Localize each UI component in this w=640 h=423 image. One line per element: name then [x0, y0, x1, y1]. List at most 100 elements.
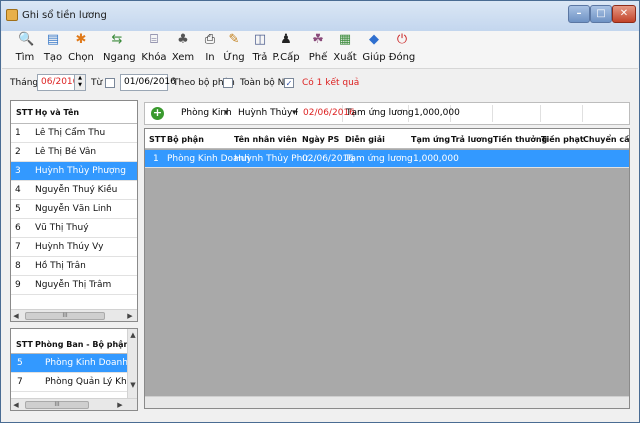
toolbar-button-13[interactable]: ⏻ Đóng [388, 33, 416, 67]
entry-cell[interactable] [583, 105, 629, 122]
toolbar-button-8[interactable]: ◫ Trả [246, 33, 274, 67]
all-staff-checkbox[interactable]: ✓ [284, 78, 294, 88]
scroll-down-icon[interactable]: ▼ [128, 379, 137, 391]
ledger-col-header[interactable]: Tiền phạt [541, 135, 584, 144]
toolbar-button-1[interactable]: ▤ Tạo [39, 33, 67, 67]
dept-grid: STT Phòng Ban - Bộ phận 5 Phòng Kinh Doan… [10, 328, 138, 411]
toolbar-button-0[interactable]: 🔍 Tìm [11, 33, 39, 67]
window-title: Ghi sổ tiền lương [22, 10, 107, 21]
ledger-col-header[interactable]: Bộ phận [167, 135, 204, 144]
toolbar-button-3[interactable]: ⇆ Ngang [103, 33, 136, 67]
scroll-thumb[interactable]: III [25, 401, 89, 409]
toolbar-icon: ▤ [46, 32, 60, 47]
toolbar-icon: ✱ [75, 32, 87, 47]
staff-row[interactable]: 5 Nguyễn Văn Linh [11, 200, 137, 219]
ledger-col-header[interactable]: Tạm ứng [411, 135, 450, 144]
staff-name: Nguyễn Thị Trâm [35, 280, 112, 290]
dept-col-name: Phòng Ban - Bộ phận [35, 340, 130, 349]
staff-combo[interactable]: Huỳnh Thủy Phi [238, 105, 298, 122]
staff-stt: 5 [15, 204, 21, 214]
entry-cell[interactable] [451, 105, 493, 122]
scroll-left-icon[interactable]: ◀ [11, 310, 21, 321]
toolbar-button-4[interactable]: ⌸ Khóa [140, 33, 168, 67]
staff-row[interactable]: 2 Lê Thị Bé Vân [11, 143, 137, 162]
maximize-button[interactable]: □ [590, 5, 612, 23]
toolbar-label: Ứng [223, 52, 245, 63]
toolbar-button-12[interactable]: ◆ Giúp [360, 33, 388, 67]
toolbar-icon: ✎ [228, 32, 240, 47]
toolbar-icon: ◫ [253, 32, 267, 47]
toolbar-button-2[interactable]: ✱ Chọn [67, 33, 95, 67]
dept-name: Phòng Quản Lý Kho [45, 377, 133, 387]
entry-cell[interactable] [493, 105, 541, 122]
toolbar-button-10[interactable]: ☘ Phế [304, 33, 332, 67]
ledger-col-header[interactable]: Chuyển cần [583, 135, 629, 144]
filter-bar: Tháng 06/2016 ▲ ▼ Từ 01/06/2016 Theo bộ p… [2, 70, 638, 96]
scroll-left-icon[interactable]: ◀ [11, 399, 21, 410]
scroll-thumb[interactable]: III [25, 312, 105, 320]
toolbar-icon: ▦ [338, 32, 352, 47]
staff-col-name: Họ và Tên [35, 108, 80, 117]
toolbar-label: Trả [252, 52, 268, 63]
toolbar-icon: ♟ [280, 32, 292, 47]
staff-stt: 4 [15, 185, 21, 195]
toolbar-button-9[interactable]: ♟ P.Cấp [272, 33, 300, 67]
dept-scrollbar[interactable]: ◀ III ▶ [11, 398, 137, 410]
staff-row[interactable]: 1 Lê Thị Cẩm Thu [11, 124, 137, 143]
add-icon[interactable]: + [151, 107, 164, 120]
month-spinner[interactable]: ▲ ▼ [74, 74, 86, 91]
dept-name: Phòng Kinh Doanh [45, 358, 128, 368]
toolbar-button-11[interactable]: ▦ Xuất [331, 33, 359, 67]
dept-row[interactable]: 7 Phòng Quản Lý Kho [11, 373, 132, 392]
ledger-col-header[interactable]: Tiền thưởng [493, 135, 547, 144]
ledger-col-header[interactable]: Tên nhân viên [234, 135, 297, 144]
from-date-input[interactable]: 01/06/2016 [120, 74, 176, 91]
entry-amount-input[interactable]: 1,000,000 [411, 105, 460, 122]
dept-row[interactable]: 5 Phòng Kinh Doanh [11, 354, 128, 373]
entry-description-input[interactable]: Tạm ứng lương [343, 105, 414, 122]
ledger-col-header[interactable]: Trả lương [451, 135, 493, 144]
staff-col-stt: STT [16, 108, 33, 117]
staff-grid: STT Họ và Tên 1 Lê Thị Cẩm Thu 2 Lê Thị Bé … [10, 100, 138, 322]
ledger-row[interactable]: 1 Phòng Kinh Doanh Huỳnh Thủy Phư... 02/06/… [145, 150, 629, 168]
scroll-right-icon[interactable]: ▶ [115, 399, 125, 410]
staff-row[interactable]: 8 Hồ Thị Trân [11, 257, 137, 276]
staff-name: Hồ Thị Trân [35, 261, 86, 271]
result-count: Có 1 kết quả [302, 78, 360, 88]
app-icon [6, 9, 18, 21]
dept-vscrollbar[interactable]: ▲ ▼ [127, 329, 137, 398]
dept-stt: 7 [17, 377, 23, 387]
entry-bar: + Phòng Kinh ▾ Huỳnh Thủy Phi ▾ 02/06/20… [144, 102, 630, 125]
toolbar-button-5[interactable]: ♣ Xem [169, 33, 197, 67]
staff-row[interactable]: 9 Nguyễn Thị Trâm [11, 276, 137, 295]
staff-row[interactable]: 3 Huỳnh Thủy Phượng [11, 162, 137, 181]
staff-name: Lê Thị Bé Vân [35, 147, 97, 157]
toolbar-label: Ngang [103, 52, 136, 63]
toolbar-label: Giúp [362, 52, 386, 63]
by-dept-checkbox[interactable] [223, 78, 233, 88]
ledger-col-header[interactable]: Diễn giải [345, 135, 385, 144]
staff-row[interactable]: 4 Nguyễn Thuý Kiều [11, 181, 137, 200]
scroll-right-icon[interactable]: ▶ [125, 310, 135, 321]
staff-scrollbar[interactable]: ◀ III ▶ [11, 309, 137, 321]
ledger-col-header[interactable]: STT [149, 135, 166, 144]
minimize-button[interactable]: – [568, 5, 590, 23]
month-input[interactable]: 06/2016 [37, 74, 78, 91]
ledger-grid: STT Bộ phận Tên nhân viên Ngày PS Diễn giải T… [144, 128, 630, 409]
all-staff-label: Toàn bộ NV [240, 78, 291, 88]
staff-row[interactable]: 6 Vũ Thị Thuý [11, 219, 137, 238]
staff-row[interactable]: 7 Huỳnh Thúy Vy [11, 238, 137, 257]
toolbar-icon: ⎙ [204, 32, 216, 47]
chevron-down-icon[interactable]: ▾ [224, 105, 229, 122]
ledger-col-header[interactable]: Ngày PS [302, 135, 339, 144]
entry-date-input[interactable]: 02/06/2016 [300, 105, 355, 122]
chevron-down-icon[interactable]: ▾ [292, 105, 297, 122]
staff-name: Nguyễn Thuý Kiều [35, 185, 118, 195]
toolbar: 🔍 Tìm ▤ Tạo ✱ Chọn ⇆ Ngang ⌸ Khóa ♣ Xem ⎙ In ✎ Ứng ◫ Trả ♟… [2, 31, 638, 69]
toolbar-button-7[interactable]: ✎ Ứng [220, 33, 248, 67]
toolbar-icon: ◆ [369, 32, 379, 47]
entry-cell[interactable] [541, 105, 583, 122]
scroll-up-icon[interactable]: ▲ [128, 329, 137, 341]
from-checkbox[interactable] [105, 78, 115, 88]
close-button[interactable]: ✕ [612, 5, 636, 23]
